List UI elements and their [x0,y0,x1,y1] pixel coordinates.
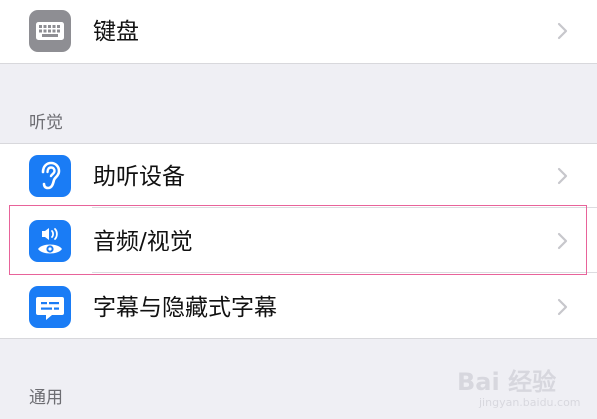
caption-bubble-icon [29,286,71,328]
baidu-watermark: Bai 经验 jingyan.baidu.com [453,358,593,414]
row-keyboard[interactable]: 键盘 [0,0,597,63]
settings-group-top: 键盘 [0,0,597,64]
chevron-right-icon [555,167,571,185]
row-subtitles-captioning[interactable]: 字幕与隐藏式字幕 [0,274,597,338]
chevron-right-icon [555,298,571,316]
row-label-keyboard: 键盘 [93,19,139,45]
row-hearing-devices[interactable]: 助听设备 [0,144,597,208]
row-label-hearing-devices: 助听设备 [93,164,185,190]
watermark-brand: Bai 经验 [457,368,557,396]
highlight-box [9,205,587,275]
keyboard-icon [29,10,71,52]
ear-icon [29,155,71,197]
chevron-right-icon [555,22,571,40]
section-header-general: 通用 [29,388,63,408]
watermark-url: jingyan.baidu.com [479,396,581,409]
row-label-subtitles-captioning: 字幕与隐藏式字幕 [93,295,277,321]
section-header-hearing: 听觉 [29,113,63,133]
